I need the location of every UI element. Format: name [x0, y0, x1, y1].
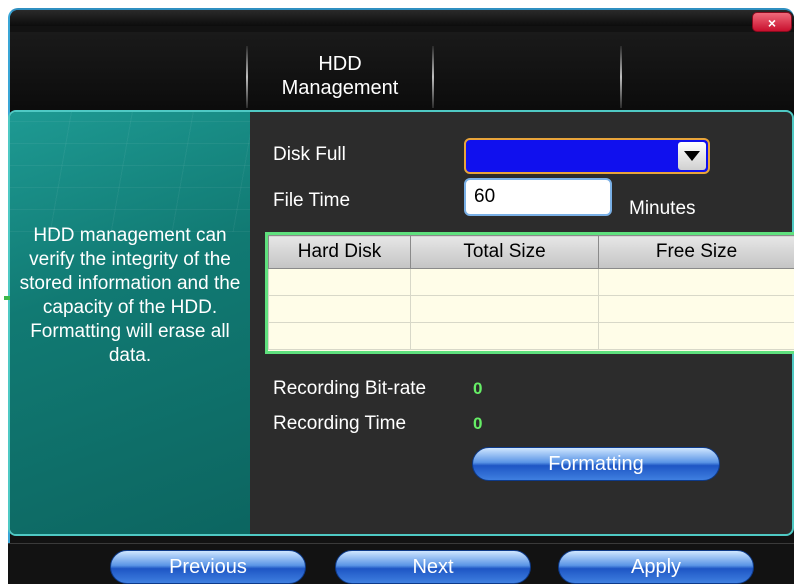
disk-full-dropdown[interactable] — [464, 138, 710, 174]
recording-bitrate-label: Recording Bit-rate — [273, 378, 427, 399]
table-cell — [268, 322, 411, 350]
table-cell — [598, 295, 794, 323]
table-cell — [268, 268, 411, 296]
tab-hdd-management[interactable]: HDD Management — [250, 52, 430, 100]
disk-full-label: Disk Full — [273, 144, 346, 165]
table-cell — [410, 295, 599, 323]
column-header-hard-disk[interactable]: Hard Disk — [268, 235, 411, 269]
table-cell — [268, 295, 411, 323]
tab-bar: HDD Management — [10, 32, 794, 120]
decorative-grid — [10, 112, 250, 232]
file-time-input[interactable] — [464, 178, 612, 216]
table-cell — [410, 268, 599, 296]
edge-marker — [4, 296, 10, 300]
recording-time-label: Recording Time — [273, 413, 407, 434]
apply-button[interactable]: Apply — [558, 550, 754, 584]
tab-separator — [620, 46, 622, 108]
table-row[interactable] — [268, 268, 794, 296]
table-cell — [598, 322, 794, 350]
help-description: HDD management can verify the integrity … — [19, 225, 241, 366]
recording-time-value: 0 — [473, 414, 483, 433]
screen: × HDD Management HDD management can veri… — [0, 0, 794, 584]
table-row[interactable] — [268, 295, 794, 323]
table-cell — [410, 322, 599, 350]
formatting-button[interactable]: Formatting — [472, 447, 720, 481]
table-header-row: Hard Disk Total Size Free Size — [268, 235, 794, 269]
file-time-unit: Minutes — [629, 198, 696, 219]
next-button[interactable]: Next — [335, 550, 531, 584]
column-header-free-size[interactable]: Free Size — [598, 235, 794, 269]
tab-separator — [246, 46, 248, 108]
close-button[interactable]: × — [752, 12, 792, 32]
chevron-down-icon[interactable] — [678, 142, 706, 170]
file-time-label: File Time — [273, 190, 351, 211]
table-row[interactable] — [268, 322, 794, 350]
table-cell — [598, 268, 794, 296]
title-bar — [10, 10, 794, 26]
recording-bitrate-value: 0 — [473, 379, 483, 398]
tab-separator — [432, 46, 434, 108]
column-header-total-size[interactable]: Total Size — [410, 235, 599, 269]
hard-disk-table: Hard Disk Total Size Free Size — [265, 232, 794, 354]
help-side-panel: HDD management can verify the integrity … — [10, 112, 250, 534]
previous-button[interactable]: Previous — [110, 550, 306, 584]
